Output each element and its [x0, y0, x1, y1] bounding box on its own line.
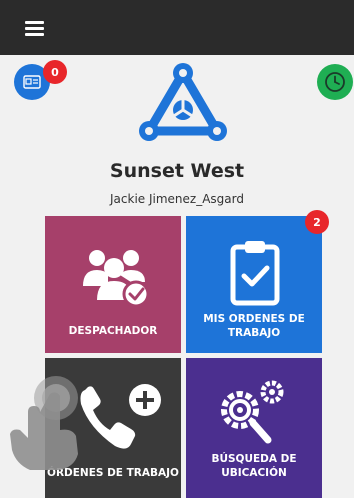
gear-search-icon — [221, 380, 284, 444]
company-title: Sunset West — [109, 160, 245, 182]
tile-label-despachador: DESPACHADOR — [68, 325, 158, 337]
phone-plus-icon — [80, 384, 161, 449]
id-card-icon — [23, 75, 41, 89]
tile-despachador[interactable]: DESPACHADOR — [45, 216, 181, 353]
hamburger-menu-icon[interactable] — [25, 21, 44, 36]
tile-label-mis-ordenes: MIS ORDENES DE TRABAJO — [203, 313, 305, 339]
tile-mis-ordenes[interactable]: MIS ORDENES DE TRABAJO — [186, 216, 322, 353]
tap-hand-icon — [10, 376, 78, 470]
clock-button[interactable] — [317, 64, 353, 100]
triangle-network-logo — [139, 63, 227, 141]
notification-badge: 0 — [43, 60, 67, 84]
top-bar — [0, 0, 354, 55]
tile-busqueda-ubicacion[interactable]: BÚSQUEDA DE UBICACIÓN — [186, 358, 322, 498]
clipboard-check-icon — [230, 241, 280, 306]
tile-badge: 2 — [305, 210, 329, 234]
users-check-icon — [83, 250, 150, 308]
user-name: Jackie Jimenez_Asgard — [110, 192, 244, 206]
tile-label-busqueda: BÚSQUEDA DE UBICACIÓN — [211, 453, 297, 479]
clock-icon — [325, 72, 345, 92]
